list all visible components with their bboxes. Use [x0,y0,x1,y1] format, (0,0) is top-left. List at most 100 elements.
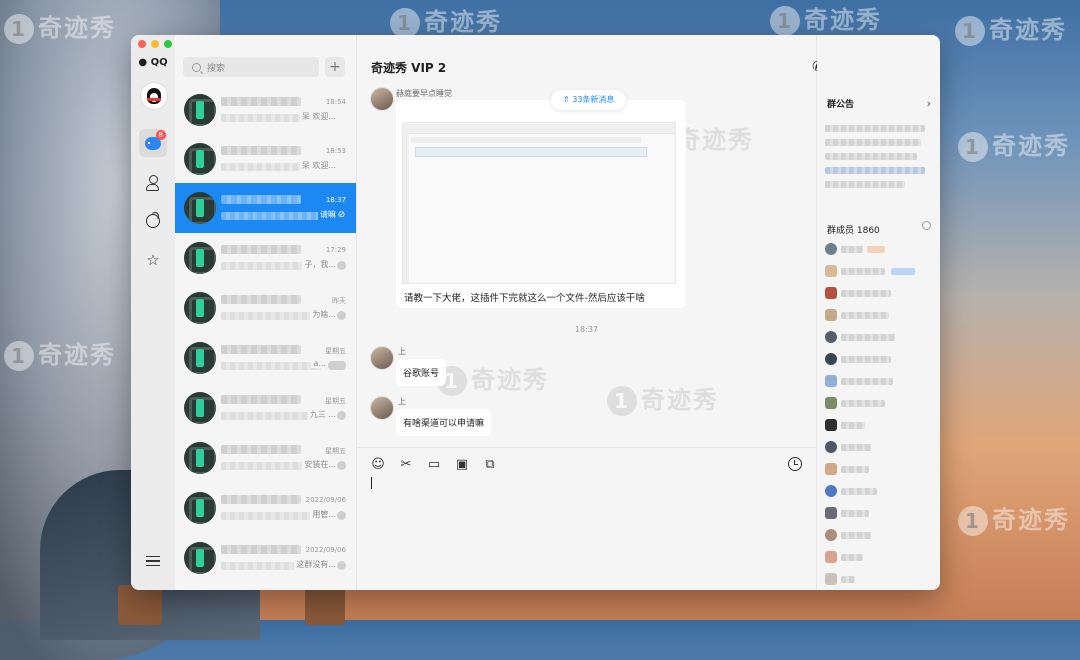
conversation-item[interactable]: 18:54 呆 欢迎... [175,85,356,135]
conversation-preview-blurred [221,312,321,320]
conversation-name-blurred [221,495,301,504]
conversation-name-blurred [221,195,301,204]
chat-title: 奇迹秀 VIP 2 [371,61,447,75]
user-avatar[interactable] [140,82,168,110]
minimize-window-button[interactable] [151,40,159,48]
conversation-preview: 安装在... [302,459,336,470]
conversation-name-blurred [221,345,301,354]
conversation-item[interactable]: 星期五 九三 ... [175,383,356,433]
new-messages-button[interactable]: ⇑ 33条新消息 [551,90,627,110]
star-icon: ☆ [146,251,160,269]
emoji-icon[interactable]: ☺ [370,457,386,473]
member-search-icon[interactable] [922,221,931,230]
sender-avatar[interactable] [370,396,394,420]
messages-nav-button[interactable]: 8 [139,129,167,157]
announcement-blurred [825,181,905,188]
conversation-time: 星期五 [325,397,346,405]
conversation-item[interactable]: 星期五 a... [175,333,356,383]
conversation-item[interactable]: 18:53 呆 欢迎... [175,134,356,184]
chat-header: 奇迹秀 VIP 2 [357,35,816,87]
folder-icon[interactable]: ▭ [426,457,442,473]
sender-avatar[interactable] [370,87,394,111]
message-bubble[interactable]: 谷歌账号 [396,359,447,386]
group-avatar [184,242,216,274]
zoom-window-button[interactable] [164,40,172,48]
announcement-blurred [825,153,917,160]
message-text: 请教一下大佬，这插件下完就这么一个文件-然后应该干啥 [404,293,645,304]
person-icon [146,175,160,191]
group-avatar [184,94,216,126]
conversation-time: 星期五 [325,447,346,455]
group-avatar [184,492,216,524]
conversation-time: 18:37 [325,196,346,204]
conversation-time: 2022/09/06 [305,496,346,504]
group-avatar [184,192,216,224]
conversation-item[interactable]: 2022/09/06 这群没有... [175,533,356,583]
group-avatar [184,392,216,424]
main-menu-button[interactable] [139,547,167,575]
chevron-right-icon[interactable]: › [927,97,931,110]
message-bubble[interactable]: 有啥渠道可以申请嘛 [396,409,492,436]
announcement-blurred [825,139,921,146]
image-icon[interactable]: ▣ [454,457,470,473]
hamburger-menu-icon [146,553,160,570]
conversation-time: 18:53 [325,147,346,155]
close-window-button[interactable] [138,40,146,48]
sender-name: 上 [398,397,406,406]
conversation-preview: 九三 ... [307,409,336,420]
double-arrow-up-icon: ⇑ [563,95,573,104]
mute-bell-icon [337,311,346,320]
group-avatar [184,292,216,324]
screenshot-attachment[interactable] [402,122,676,284]
conversation-preview-blurred [221,412,321,420]
group-avatar [184,143,216,175]
conversation-preview-blurred [221,362,321,370]
announcement-blurred [825,125,925,132]
image-message[interactable]: 请教一下大佬，这插件下完就这么一个文件-然后应该干啥 [396,100,686,308]
add-button[interactable]: + [325,57,345,77]
watermark: 1奇迹秀 [607,380,719,416]
conversation-item[interactable]: 昨天 为啥... [175,283,356,333]
watermark: 1奇迹秀 [390,2,502,38]
conversation-name-blurred [221,146,301,155]
sender-avatar[interactable] [370,346,394,370]
conversation-name-blurred [221,395,301,404]
conversation-list: 搜索 + 18:54 呆 欢迎... 18:53 呆 欢迎... 18:37 请… [175,35,357,590]
history-clock-icon[interactable] [788,457,802,471]
conversation-preview: 为啥... [310,309,336,320]
screen-share-icon[interactable]: ⧉ [482,457,498,473]
conversation-item-active[interactable]: 18:37 请嘛 ⊘ [175,183,356,233]
mute-bell-icon [337,561,346,570]
conversation-time: 17:29 [325,246,346,254]
mute-bell-icon [337,261,346,270]
conversation-preview: 呆 欢迎... [299,160,336,171]
conversation-item[interactable]: 17:29 子，我... [175,233,356,283]
group-avatar [184,442,216,474]
conversation-preview: 子，我... [302,259,336,270]
contacts-nav-button[interactable] [139,169,167,197]
favorites-nav-button[interactable]: ☆ [139,246,167,274]
search-placeholder: 搜索 [207,63,226,74]
mute-bell-icon: ⊘ [337,210,346,220]
conversation-item[interactable]: 星期五 安装在... [175,433,356,483]
conversation-preview: 呆 欢迎... [299,111,336,122]
conversation-name-blurred [221,445,301,454]
sender-name: 上 [398,347,406,356]
more-badge-icon [328,361,346,370]
qq-window: ● QQ 8 ☆ 搜索 + 18:54 呆 欢迎... 18:53 呆 欢迎..… [131,35,940,590]
search-icon [192,62,201,72]
watermark: 1奇迹秀 [437,360,549,396]
conversation-name-blurred [221,245,301,254]
conversation-name-blurred [221,97,301,106]
conversation-preview: a... [311,359,326,368]
message-composer[interactable]: ☺ ✂ ▭ ▣ ⧉ [357,447,816,590]
conversation-preview: 请嘛 [318,209,336,220]
composer-toolbar: ☺ ✂ ▭ ▣ ⧉ [370,457,498,473]
scissors-icon[interactable]: ✂ [398,457,414,473]
space-nav-button[interactable] [139,207,167,235]
search-input[interactable]: 搜索 [183,57,319,77]
conversation-item[interactable]: 2022/09/06 用管... [175,483,356,533]
announcement-title[interactable]: 群公告 [827,97,854,110]
conversation-time: 星期五 [325,347,346,355]
mute-bell-icon [337,511,346,520]
